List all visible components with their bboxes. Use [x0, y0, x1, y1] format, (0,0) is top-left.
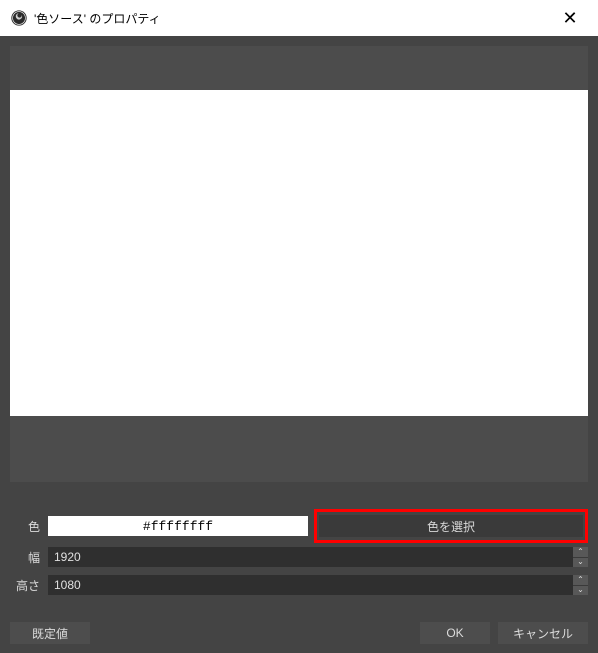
obs-logo-icon: [10, 9, 28, 27]
width-value: 1920: [54, 550, 81, 564]
close-button[interactable]: ✕: [550, 4, 590, 32]
chevron-up-icon[interactable]: ⌃: [573, 575, 588, 586]
dialog-body: 色 #ffffffff 色を選択 幅 1920 ⌃ ⌄ 高さ 1080 ⌃: [0, 36, 598, 653]
chevron-up-icon[interactable]: ⌃: [573, 547, 588, 558]
window-title: '色ソース' のプロパティ: [34, 10, 161, 27]
cancel-button[interactable]: キャンセル: [498, 622, 588, 644]
close-icon: ✕: [562, 8, 577, 29]
color-value-display[interactable]: #ffffffff: [48, 516, 308, 536]
properties-panel: 色 #ffffffff 色を選択 幅 1920 ⌃ ⌄ 高さ 1080 ⌃: [10, 512, 588, 602]
width-spinner[interactable]: ⌃ ⌄: [573, 547, 588, 567]
chevron-down-icon[interactable]: ⌄: [573, 586, 588, 596]
titlebar: '色ソース' のプロパティ ✕: [0, 0, 598, 36]
preview-area: [10, 46, 588, 482]
height-spinner[interactable]: ⌃ ⌄: [573, 575, 588, 595]
ok-button[interactable]: OK: [420, 622, 490, 644]
color-label: 色: [10, 518, 48, 535]
pick-color-highlight: 色を選択: [314, 509, 588, 543]
height-input[interactable]: 1080 ⌃ ⌄: [48, 575, 588, 595]
chevron-down-icon[interactable]: ⌄: [573, 558, 588, 568]
height-label: 高さ: [10, 577, 48, 594]
defaults-button[interactable]: 既定値: [10, 622, 90, 644]
width-input[interactable]: 1920 ⌃ ⌄: [48, 547, 588, 567]
width-label: 幅: [10, 549, 48, 566]
dialog-footer: 既定値 OK キャンセル: [0, 613, 598, 653]
pick-color-button[interactable]: 色を選択: [319, 515, 583, 537]
height-value: 1080: [54, 578, 81, 592]
preview-canvas: [10, 90, 588, 416]
